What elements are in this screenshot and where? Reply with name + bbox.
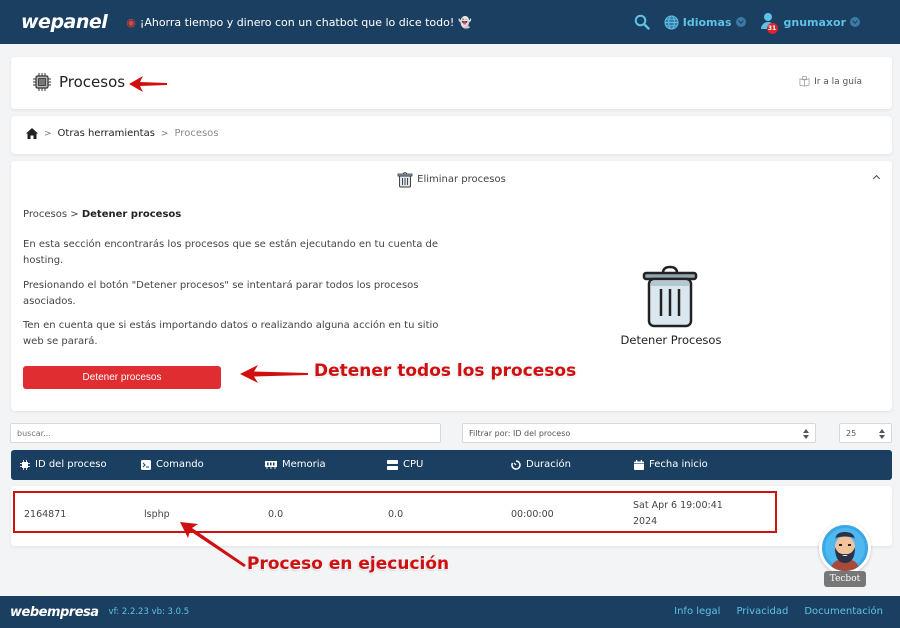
calendar-icon (634, 459, 644, 470)
sub-breadcrumb-separator: > (70, 209, 79, 220)
language-menu[interactable]: Idiomas (664, 14, 746, 30)
annotation-stop-all: Detener todos los procesos (314, 361, 577, 381)
ghost-icon: 👻 (458, 15, 472, 29)
description-paragraph-2: Presionando el botón "Detener procesos" … (23, 280, 419, 307)
filter-by-select[interactable]: Filtrar por: ID del proceso (462, 423, 816, 443)
wepanel-logo[interactable]: wepanel (21, 11, 108, 33)
search-icon[interactable] (634, 14, 650, 30)
footer-link-privacidad[interactable]: Privacidad (736, 606, 788, 617)
filter-by-value: Filtrar por: ID del proceso (469, 428, 571, 438)
timer-icon (511, 459, 521, 470)
column-header-command[interactable]: Comando (141, 459, 204, 470)
book-icon (799, 76, 810, 87)
page-size-value: 25 (846, 428, 857, 438)
annotation-arrow-title (129, 76, 167, 92)
description-paragraph-1: En esta sección encontrarás los procesos… (23, 239, 439, 266)
terminal-icon (141, 459, 151, 470)
cpu-icon (20, 459, 30, 470)
username-label[interactable]: gnumaxor (784, 16, 847, 29)
chevron-up-icon[interactable] (870, 170, 884, 184)
breadcrumb: > Otras herramientas > Procesos (26, 128, 219, 139)
column-header-duration[interactable]: Duración (511, 459, 571, 470)
tecbot-chat-button[interactable] (819, 522, 871, 574)
panel-header[interactable]: Eliminar procesos (11, 161, 892, 197)
column-label: ID del proceso (35, 459, 107, 470)
column-header-cpu[interactable]: CPU (387, 459, 423, 470)
cell-pid: 2164871 (24, 509, 67, 520)
cell-cpu: 0.0 (388, 509, 404, 520)
column-label: Memoria (282, 459, 326, 470)
cell-start-date-line2: 2024 (633, 516, 658, 527)
trash-icon (397, 171, 413, 187)
column-label: Duración (526, 459, 572, 470)
notification-badge: 31 (766, 23, 778, 34)
column-label: Comando (156, 459, 204, 470)
top-navbar: wepanel ◉ ¡Ahorra tiempo y dinero con un… (0, 0, 900, 44)
promo-text[interactable]: ¡Ahorra tiempo y dinero con un chatbot q… (140, 16, 454, 29)
process-table-body: 2164871 lsphp 0.0 0.0 00:00:00 Sat Apr 6… (11, 486, 892, 546)
annotation-arrow-process (180, 522, 246, 567)
home-icon[interactable] (26, 128, 38, 139)
promo-banner[interactable]: ◉ ¡Ahorra tiempo y dinero con un chatbot… (126, 16, 472, 29)
page-title: Procesos (59, 73, 126, 91)
tecbot-label[interactable]: Tecbot (824, 571, 866, 587)
cell-duration: 00:00:00 (511, 509, 554, 520)
webempresa-logo[interactable]: webempresa (10, 605, 99, 620)
footer: webempresa vf: 2.2.23 vb: 3.0.5 Info leg… (0, 596, 900, 628)
breadcrumb-item-otras-herramientas[interactable]: Otras herramientas (58, 128, 155, 139)
column-header-start-date[interactable]: Fecha inicio (634, 459, 708, 470)
column-header-pid[interactable]: ID del proceso (20, 459, 107, 470)
cell-memory: 0.0 (268, 509, 284, 520)
bot-avatar-icon (825, 528, 865, 571)
memory-icon (265, 461, 277, 469)
footer-link-documentacion[interactable]: Documentación (804, 606, 883, 617)
panel-header-label[interactable]: Eliminar procesos (417, 174, 506, 185)
column-label: Fecha inicio (649, 459, 708, 470)
footer-link-info-legal[interactable]: Info legal (674, 606, 720, 617)
chevron-down-icon (850, 17, 860, 27)
chevron-down-icon (735, 17, 746, 27)
cpu-chip-icon (33, 73, 51, 91)
sub-breadcrumb-current: Detener procesos (81, 209, 182, 220)
page-size-select[interactable]: 25 (839, 423, 892, 443)
stop-processes-button[interactable]: Detener procesos (23, 366, 221, 389)
breadcrumb-separator: > (44, 128, 52, 139)
sort-updown-icon (803, 429, 809, 439)
sub-breadcrumb: Procesos > Detener procesos (23, 209, 181, 220)
breadcrumb-item-procesos: Procesos (174, 128, 219, 139)
globe-icon (664, 14, 679, 30)
language-label[interactable]: Idiomas (683, 16, 732, 29)
version-info: vf: 2.2.23 vb: 3.0.5 (108, 607, 190, 617)
breadcrumb-card: > Otras herramientas > Procesos (11, 116, 892, 154)
cell-command: lsphp (144, 509, 170, 520)
annotation-arrow-stop (240, 365, 308, 383)
column-header-memory[interactable]: Memoria (265, 459, 326, 470)
column-label: CPU (403, 459, 424, 470)
sub-breadcrumb-parent: Procesos (23, 209, 68, 220)
dart-target-icon: ◉ (126, 15, 136, 29)
guide-link[interactable]: Ir a la guía (799, 76, 862, 87)
cell-start-date-line1: Sat Apr 6 19:00:41 (633, 500, 723, 511)
illustration-label: Detener Procesos (620, 333, 722, 347)
search-input[interactable] (10, 423, 441, 443)
server-icon (387, 459, 398, 470)
user-icon: 31 (760, 13, 778, 34)
user-menu[interactable]: 31 gnumaxor (760, 13, 860, 34)
trash-illustration-icon (642, 265, 698, 328)
breadcrumb-separator: > (160, 128, 169, 139)
sort-updown-icon (879, 429, 885, 439)
process-table-header: ID del proceso Comando Memoria CPU Durac… (11, 450, 892, 480)
guide-link-label[interactable]: Ir a la guía (814, 77, 862, 87)
annotation-running-process: Proceso en ejecución (247, 554, 450, 574)
description-paragraph-3: Ten en cuenta que si estás importando da… (23, 320, 439, 347)
